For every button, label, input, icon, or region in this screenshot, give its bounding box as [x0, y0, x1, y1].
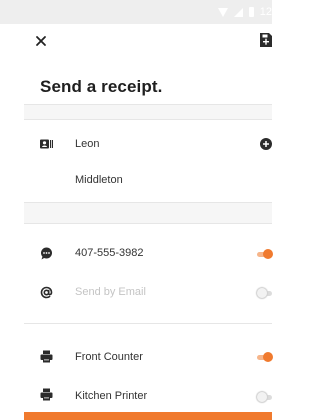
- email-field[interactable]: Send by Email: [75, 286, 146, 298]
- printer-front-counter-toggle[interactable]: [257, 352, 273, 362]
- customer-first-name[interactable]: Leon: [75, 138, 99, 150]
- sms-phone-number[interactable]: 407-555-3982: [75, 247, 144, 259]
- customer-last-name[interactable]: Middleton: [75, 174, 123, 186]
- email-toggle[interactable]: [257, 288, 272, 298]
- divider: [24, 119, 272, 120]
- printer-kitchen-toggle[interactable]: [257, 392, 272, 402]
- printer-icon: [40, 388, 53, 401]
- printer-front-counter-label: Front Counter: [75, 351, 143, 363]
- divider: [24, 223, 272, 224]
- divider: [24, 323, 272, 324]
- battery-icon: [248, 7, 254, 17]
- wifi-icon: [217, 7, 228, 17]
- left-edge: [0, 24, 24, 420]
- sms-toggle[interactable]: [257, 249, 273, 259]
- save-icon[interactable]: [259, 32, 273, 48]
- page-title: Send a receipt.: [40, 77, 163, 96]
- section-gap: [24, 203, 272, 223]
- printer-kitchen-label: Kitchen Printer: [75, 390, 148, 402]
- add-circle-icon[interactable]: [260, 138, 272, 150]
- status-time: 12: [259, 6, 272, 18]
- toggle-knob: [257, 392, 267, 402]
- close-icon[interactable]: [34, 34, 48, 48]
- status-icons: 12: [217, 5, 272, 19]
- signal-icon: [233, 7, 243, 17]
- section-gap: [24, 105, 272, 119]
- toggle-knob: [257, 288, 267, 298]
- contact-card-icon: [40, 139, 53, 149]
- toggle-knob: [263, 249, 273, 259]
- chat-bubble-icon: [41, 247, 52, 260]
- status-bar: 12: [0, 0, 272, 24]
- send-receipt-bar[interactable]: [24, 412, 272, 420]
- toggle-knob: [263, 352, 273, 362]
- printer-icon: [40, 350, 53, 363]
- at-icon: [40, 286, 53, 299]
